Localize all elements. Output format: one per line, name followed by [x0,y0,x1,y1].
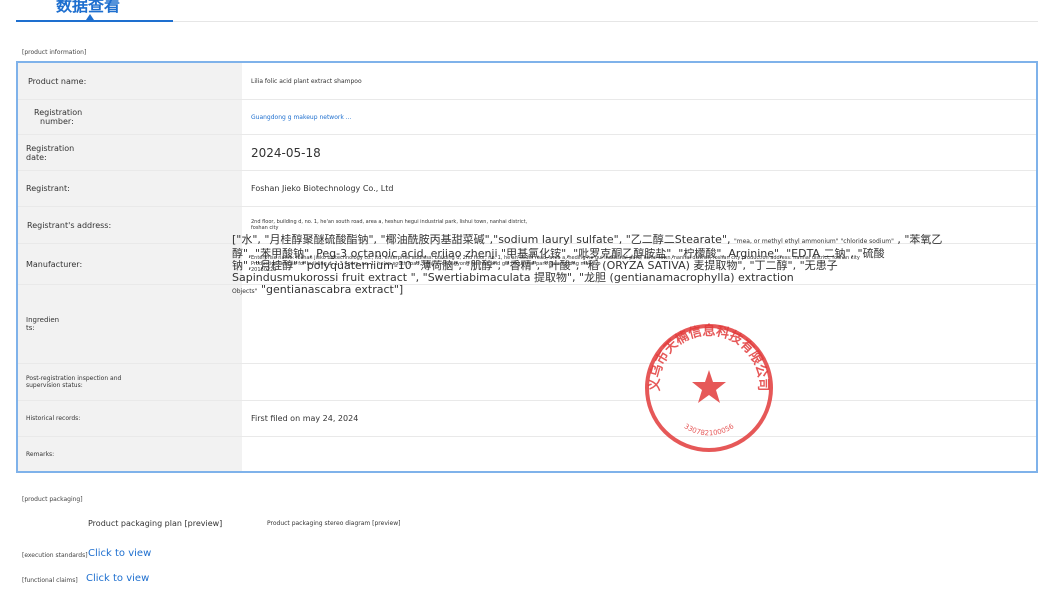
value-registration-number[interactable]: Guangdong g makeup network ... [242,100,1036,134]
section-product-information: [product information] [22,49,87,56]
value-registrant: Foshan Jieko Biotechnology Co., Ltd [251,184,394,193]
section-product-packaging: [product packaging] [22,496,83,503]
row-historical-records: Historical records: First filed on may 2… [18,401,1036,437]
label-post-registration: Post-registration inspection and supervi… [18,364,242,400]
value-product-name: Lilia folic acid plant extract shampoo [251,77,362,85]
row-registration-number: Registration number: Guangdong g makeup … [18,100,1036,135]
label-product-name: Product name: [18,63,242,99]
label-registrant-address: Registrant's address: [18,207,242,243]
company-seal-stamp: 义乌市天楠信息科技有限公司 330782100056 [645,323,773,452]
tab-bar: 数据查看 [16,0,1038,22]
tab-data-view[interactable]: 数据查看 [16,0,173,22]
ingredients-line-4: Sapindusmukorossi fruit extract ", "Swer… [232,272,794,284]
ingredients-line-1: ["水", "月桂醇聚醚硫酸酯钠", "椰油酰胺丙基甜菜碱","sodium l… [232,234,943,246]
value-post-registration [242,364,1036,400]
execution-standards-label: [execution standards] [22,552,88,559]
ingredients-line-2: 醇", "苯甲酸钠", Peg-3 octanoic acid, erjiao … [232,248,885,260]
functional-claims-label: [functional claims] [22,577,78,584]
value-remarks [242,437,1036,471]
execution-standards-link[interactable]: Click to view [88,548,151,559]
row-registration-date: Registration date: 2024-05-18 [18,135,1036,171]
seal-star-icon [692,370,726,403]
row-registrant: Registrant: Foshan Jieko Biotechnology C… [18,171,1036,207]
packaging-stereo-preview[interactable]: Product packaging stereo diagram [previe… [267,520,400,527]
label-registrant: Registrant: [18,171,242,206]
value-ingredients: ["水", "月桂醇聚醚硫酸酯钠", "椰油酰胺丙基甜菜碱","sodium l… [232,234,972,298]
row-remarks: Remarks: [18,437,1036,471]
ingredients-line-3: 钠", "月桂醇" "polyquaternium-10 "薄荷脑", "肌醇"… [232,260,838,272]
row-product-name: Product name: Lilia folic acid plant ext… [18,63,1036,100]
tab-caret-icon [86,14,94,20]
label-remarks: Remarks: [18,437,242,471]
registration-number-link[interactable]: Guangdong g makeup network ... [251,114,1036,121]
ingredients-line-5: Objects" "gentianascabra extract"] [232,284,404,296]
label-ingredients: Ingredien ts: [18,285,242,363]
label-historical-records: Historical records: [18,401,242,436]
functional-claims-link[interactable]: Click to view [86,573,149,584]
value-historical-records: First filed on may 24, 2024 [251,414,359,423]
packaging-plan-preview[interactable]: Product packaging plan [preview] [88,519,222,528]
label-manufacturer: Manufacturer: [18,244,242,284]
value-registration-date: 2024-05-18 [251,145,321,160]
seal-number: 330782100056 [683,422,736,437]
label-registration-date: Registration date: [18,135,242,170]
row-post-registration: Post-registration inspection and supervi… [18,364,1036,401]
label-registration-number: Registration number: [18,100,242,134]
